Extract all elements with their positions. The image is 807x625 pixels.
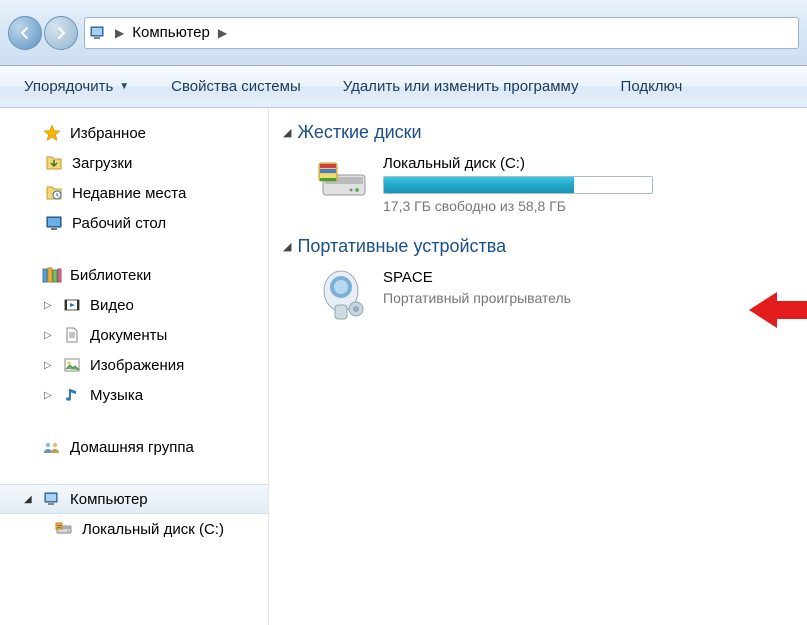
collapse-icon[interactable]: ◢ — [283, 126, 291, 139]
sidebar-item-label: Музыка — [90, 387, 143, 404]
favorites-label: Избранное — [70, 125, 146, 142]
computer-header[interactable]: ◢ Компьютер — [0, 484, 268, 514]
homegroup-group: ▶ Домашняя группа — [0, 428, 268, 480]
sidebar-item-desktop[interactable]: Рабочий стол — [0, 208, 268, 238]
drive-item-c[interactable]: Локальный диск (C:) 17,3 ГБ свободно из … — [279, 151, 807, 232]
device-item-space[interactable]: SPACE Портативный проигрыватель — [279, 265, 807, 343]
hard-drive-icon — [317, 155, 369, 203]
collapse-icon[interactable]: ◢ — [283, 240, 291, 253]
section-hard-drives[interactable]: ◢ Жесткие диски — [279, 118, 807, 151]
expand-icon: ▶ — [24, 270, 34, 281]
breadcrumb-separator: ▶ — [111, 26, 128, 40]
expand-icon[interactable]: ▷ — [44, 300, 54, 311]
computer-group: ◢ Компьютер Локальный диск (C:) — [0, 480, 268, 544]
system-properties-button[interactable]: Свойства системы — [171, 78, 301, 95]
drive-info: Локальный диск (C:) 17,3 ГБ свободно из … — [383, 155, 653, 214]
sidebar-item-label: Документы — [90, 327, 167, 344]
portable-player-icon — [317, 269, 369, 325]
drive-name: Локальный диск (C:) — [383, 155, 653, 172]
downloads-icon — [44, 153, 64, 173]
star-icon — [42, 123, 62, 143]
sidebar-item-documents[interactable]: ▷ Документы — [0, 320, 268, 350]
recent-icon — [44, 183, 64, 203]
section-title: Портативные устройства — [297, 236, 506, 257]
annotation-arrow-icon — [749, 286, 807, 334]
sidebar-item-downloads[interactable]: Загрузки — [0, 148, 268, 178]
favorites-header[interactable]: ▶ Избранное — [0, 118, 268, 148]
navigation-bar: ▶ Компьютер ▶ — [0, 0, 807, 66]
computer-label: Компьютер — [70, 491, 148, 508]
drive-icon — [54, 519, 74, 539]
sidebar-item-music[interactable]: ▷ Музыка — [0, 380, 268, 410]
documents-icon — [62, 325, 82, 345]
sidebar-item-pictures[interactable]: ▷ Изображения — [0, 350, 268, 380]
music-icon — [62, 385, 82, 405]
sidebar-item-video[interactable]: ▷ Видео — [0, 290, 268, 320]
computer-icon — [89, 24, 107, 42]
computer-icon — [42, 489, 62, 509]
expand-icon[interactable]: ▷ — [44, 360, 54, 371]
libraries-icon — [42, 265, 62, 285]
expand-icon: ▶ — [24, 442, 34, 453]
toolbar: Упорядочить ▼ Свойства системы Удалить и… — [0, 66, 807, 108]
nav-buttons — [8, 16, 78, 50]
organize-menu[interactable]: Упорядочить ▼ — [24, 78, 129, 95]
uninstall-label: Удалить или изменить программу — [343, 78, 579, 95]
expand-icon: ▶ — [24, 128, 34, 139]
expand-icon[interactable]: ▷ — [44, 330, 54, 341]
connect-label: Подключ — [621, 78, 683, 95]
section-title: Жесткие диски — [297, 122, 421, 143]
device-subtitle: Портативный проигрыватель — [383, 290, 571, 306]
device-name: SPACE — [383, 269, 571, 286]
capacity-bar — [383, 176, 653, 194]
pictures-icon — [62, 355, 82, 375]
drive-free-text: 17,3 ГБ свободно из 58,8 ГБ — [383, 198, 653, 214]
uninstall-program-button[interactable]: Удалить или изменить программу — [343, 78, 579, 95]
sidebar-item-label: Изображения — [90, 357, 184, 374]
navigation-pane: ▶ Избранное Загрузки Недавние места — [0, 108, 269, 625]
sidebar-item-local-disk[interactable]: Локальный диск (C:) — [0, 514, 268, 544]
sidebar-item-label: Локальный диск (C:) — [82, 521, 224, 538]
video-icon — [62, 295, 82, 315]
content-pane: ◢ Жесткие диски Локальный диск (C:) — [269, 108, 807, 625]
homegroup-label: Домашняя группа — [70, 439, 194, 456]
libraries-label: Библиотеки — [70, 267, 151, 284]
capacity-fill — [384, 177, 574, 193]
desktop-icon — [44, 213, 64, 233]
system-properties-label: Свойства системы — [171, 78, 301, 95]
organize-label: Упорядочить — [24, 78, 113, 95]
sidebar-item-label: Недавние места — [72, 185, 186, 202]
breadcrumb-item[interactable]: Компьютер — [128, 22, 214, 43]
sidebar-item-label: Рабочий стол — [72, 215, 166, 232]
expand-icon[interactable]: ◢ — [24, 494, 34, 505]
back-button[interactable] — [8, 16, 42, 50]
sidebar-item-label: Загрузки — [72, 155, 132, 172]
expand-icon[interactable]: ▷ — [44, 390, 54, 401]
libraries-group: ▶ Библиотеки ▷ Видео ▷ Документы — [0, 256, 268, 428]
main-area: ▶ Избранное Загрузки Недавние места — [0, 108, 807, 625]
homegroup-header[interactable]: ▶ Домашняя группа — [0, 432, 268, 462]
favorites-group: ▶ Избранное Загрузки Недавние места — [0, 114, 268, 256]
sidebar-item-recent[interactable]: Недавние места — [0, 178, 268, 208]
libraries-header[interactable]: ▶ Библиотеки — [0, 260, 268, 290]
forward-button[interactable] — [44, 16, 78, 50]
device-info: SPACE Портативный проигрыватель — [383, 269, 571, 306]
section-portable-devices[interactable]: ◢ Портативные устройства — [279, 232, 807, 265]
connect-button[interactable]: Подключ — [621, 78, 683, 95]
dropdown-icon: ▼ — [119, 81, 129, 92]
breadcrumb[interactable]: ▶ Компьютер ▶ — [84, 17, 799, 49]
homegroup-icon — [42, 437, 62, 457]
breadcrumb-separator[interactable]: ▶ — [214, 26, 231, 40]
sidebar-item-label: Видео — [90, 297, 134, 314]
